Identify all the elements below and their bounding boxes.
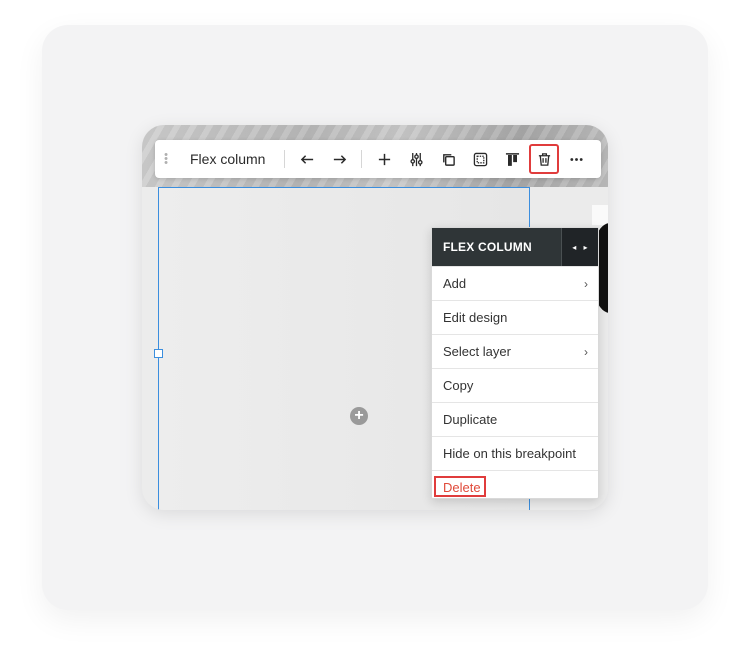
chevron-right-icon: ›	[584, 344, 588, 359]
menu-item-label: Duplicate	[443, 412, 498, 427]
caret-left-icon[interactable]: ◂	[572, 243, 576, 252]
menu-item-label: Edit design	[443, 310, 508, 325]
menu-item-hide-breakpoint[interactable]: Hide on this breakpoint	[432, 436, 598, 470]
element-toolbar: • • • Flex column	[155, 140, 601, 178]
menu-header: FLEX COLUMN ◂ ▸	[432, 228, 598, 266]
menu-item-select-layer[interactable]: Select layer ›	[432, 334, 598, 368]
trash-icon[interactable]	[529, 144, 559, 174]
toolbar-title: Flex column	[190, 151, 266, 167]
add-element-icon[interactable]: +	[350, 407, 368, 425]
highlight-box	[434, 476, 486, 497]
menu-nav-arrows[interactable]: ◂ ▸	[561, 228, 598, 266]
context-menu: FLEX COLUMN ◂ ▸ Add › Edit design Select…	[431, 227, 599, 499]
resize-handle[interactable]	[154, 349, 163, 358]
menu-item-add[interactable]: Add ›	[432, 266, 598, 300]
arrow-left-icon[interactable]	[294, 146, 320, 172]
menu-item-label: Select layer	[443, 344, 511, 359]
menu-item-copy[interactable]: Copy	[432, 368, 598, 402]
menu-item-delete[interactable]: Delete	[432, 470, 598, 504]
arrow-right-icon[interactable]	[326, 146, 352, 172]
plus-icon[interactable]	[371, 146, 397, 172]
toolbar-divider	[284, 150, 285, 168]
sliders-icon[interactable]	[403, 146, 429, 172]
duplicate-icon[interactable]	[435, 146, 461, 172]
menu-item-duplicate[interactable]: Duplicate	[432, 402, 598, 436]
menu-item-label: Hide on this breakpoint	[443, 446, 576, 461]
adjacent-element	[592, 205, 608, 225]
chevron-right-icon: ›	[584, 276, 588, 291]
align-top-icon[interactable]	[499, 146, 525, 172]
drag-handle-icon[interactable]: • • •	[159, 150, 173, 169]
menu-item-edit-design[interactable]: Edit design	[432, 300, 598, 334]
caret-right-icon[interactable]: ▸	[584, 243, 588, 252]
more-icon[interactable]	[563, 146, 589, 172]
menu-item-label: Add	[443, 276, 467, 291]
frame-icon[interactable]	[467, 146, 493, 172]
menu-item-label: Copy	[443, 378, 474, 393]
menu-header-title: FLEX COLUMN	[443, 240, 532, 254]
toolbar-divider	[361, 150, 362, 168]
